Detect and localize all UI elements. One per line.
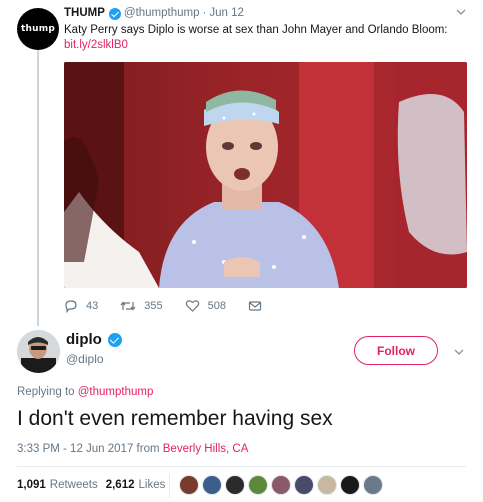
liker-avatar[interactable] xyxy=(202,475,222,495)
diplo-avatar[interactable] xyxy=(17,330,60,373)
liker-avatar[interactable] xyxy=(340,475,360,495)
thread-connector-line xyxy=(37,44,39,326)
chevron-down-icon[interactable] xyxy=(455,6,467,18)
quoted-tweet-header: THUMP @thumpthump · Jun 12 xyxy=(64,6,244,21)
header-separator: · xyxy=(202,7,207,19)
chevron-down-icon[interactable] xyxy=(453,346,465,358)
quoted-tweet-text: Katy Perry says Diplo is worse at sex th… xyxy=(64,24,448,36)
thump-avatar[interactable]: thump xyxy=(17,8,59,50)
like-action[interactable]: 508 xyxy=(185,299,226,313)
retweets-stat[interactable]: 1,091 Retweets xyxy=(17,479,98,491)
avatar-logo-text: thump xyxy=(21,24,55,34)
liker-avatar[interactable] xyxy=(271,475,291,495)
quoted-author-handle[interactable]: @thumpthump xyxy=(124,6,200,21)
main-author-handle[interactable]: @diplo xyxy=(66,352,104,366)
retweets-label: Retweets xyxy=(49,479,98,491)
main-author-name-row[interactable]: diplo xyxy=(66,331,125,348)
likes-count: 2,612 xyxy=(105,479,135,491)
retweet-icon xyxy=(120,301,136,311)
quoted-author-name[interactable]: THUMP xyxy=(64,6,105,21)
main-tweet-text: I don't even remember having sex xyxy=(17,407,333,430)
main-author-name[interactable]: diplo xyxy=(66,331,102,348)
reply-count: 43 xyxy=(86,300,99,312)
reply-icon xyxy=(65,300,77,313)
reply-action[interactable]: 43 xyxy=(64,299,98,313)
tweet-location[interactable]: Beverly Hills, CA xyxy=(163,443,249,455)
follow-button[interactable]: Follow xyxy=(354,336,438,365)
dm-icon xyxy=(248,301,262,311)
retweet-action[interactable]: 355 xyxy=(120,299,163,313)
tweet-stats: 1,091 Retweets 2,612 Likes xyxy=(17,479,165,491)
liker-avatar[interactable] xyxy=(294,475,314,495)
likes-label: Likes xyxy=(138,479,166,491)
tweet-timestamp[interactable]: 3:33 PM - 12 Jun 2017 from xyxy=(17,443,160,455)
replying-to-line: Replying to @thumpthump xyxy=(17,386,153,398)
liker-avatar[interactable] xyxy=(248,475,268,495)
media-illustration xyxy=(64,62,467,288)
replying-to-prefix: Replying to xyxy=(17,386,75,398)
retweet-count: 355 xyxy=(144,300,163,312)
verified-badge-icon xyxy=(107,332,122,347)
stats-vertical-divider xyxy=(169,474,170,498)
avatar-photo xyxy=(17,330,60,373)
dm-action[interactable] xyxy=(248,299,270,313)
like-icon xyxy=(185,300,199,312)
quoted-tweet-actions: 43 355 508 xyxy=(64,299,292,313)
replying-to-mention[interactable]: @thumpthump xyxy=(78,386,154,398)
quoted-tweet-link[interactable]: bit.ly/2slklB0 xyxy=(64,38,128,53)
likes-stat[interactable]: 2,612 Likes xyxy=(106,479,166,491)
tweet-media-image[interactable] xyxy=(64,62,467,288)
tweet-timestamp-line: 3:33 PM - 12 Jun 2017 from Beverly Hills… xyxy=(17,443,248,455)
liker-avatar[interactable] xyxy=(225,475,245,495)
liker-avatar[interactable] xyxy=(363,475,383,495)
liker-avatar[interactable] xyxy=(179,475,199,495)
quoted-tweet-date[interactable]: Jun 12 xyxy=(209,6,244,21)
liker-avatars xyxy=(179,475,386,495)
liker-avatar[interactable] xyxy=(317,475,337,495)
verified-badge-icon xyxy=(108,7,121,20)
stats-divider xyxy=(17,466,466,467)
like-count: 508 xyxy=(207,300,226,312)
retweets-count: 1,091 xyxy=(17,479,46,491)
